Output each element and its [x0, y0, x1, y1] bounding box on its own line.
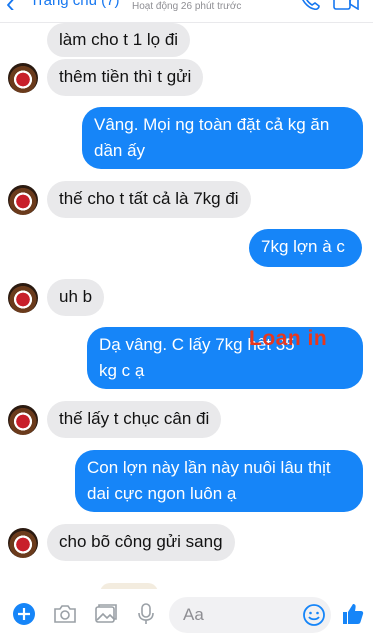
message-input-container[interactable] [169, 597, 331, 633]
thumbs-up-icon[interactable] [341, 602, 365, 626]
active-status: Hoạt động 26 phút trước [132, 1, 242, 12]
message-outgoing[interactable]: Con lợn này lần này nuôi lâu thịt dai cự… [75, 450, 363, 512]
message-incoming[interactable]: uh b [47, 279, 105, 316]
back-label[interactable]: Trang chủ (7) [30, 0, 119, 9]
message-incoming[interactable]: thế lấy t chục cân đi [47, 401, 222, 438]
microphone-icon[interactable] [136, 602, 156, 626]
back-chevron-icon[interactable]: ‹ [6, 0, 20, 16]
message-incoming[interactable]: thêm tiền thì t gửi [47, 59, 204, 96]
chat-header: ‹ Trang chủ (7) Hoạt động 26 phút trước [0, 0, 373, 23]
message-incoming[interactable]: làm cho t 1 lọ đi [47, 23, 191, 57]
plus-circle-icon[interactable] [12, 602, 36, 626]
contact-avatar[interactable] [8, 405, 38, 435]
contact-avatar[interactable] [8, 185, 38, 215]
watermark-text: Loan in [249, 327, 328, 350]
contact-avatar[interactable] [8, 283, 38, 313]
message-incoming[interactable]: cho bõ công gửi sang [47, 524, 235, 561]
smiley-icon[interactable] [302, 603, 326, 627]
video-camera-icon[interactable] [333, 0, 359, 10]
message-incoming[interactable]: thế cho t tất cả là 7kg đi [47, 181, 251, 218]
message-outgoing[interactable]: 7kg lợn à c [249, 229, 362, 267]
contact-avatar[interactable] [8, 63, 38, 93]
contact-avatar[interactable] [8, 528, 38, 558]
message-outgoing[interactable]: Vâng. Mọi ng toàn đặt cả kg ăn dần ấy [82, 107, 363, 169]
phone-icon[interactable] [300, 0, 320, 10]
message-input[interactable] [183, 597, 293, 633]
image-icon[interactable] [94, 603, 118, 625]
camera-icon[interactable] [53, 603, 77, 625]
